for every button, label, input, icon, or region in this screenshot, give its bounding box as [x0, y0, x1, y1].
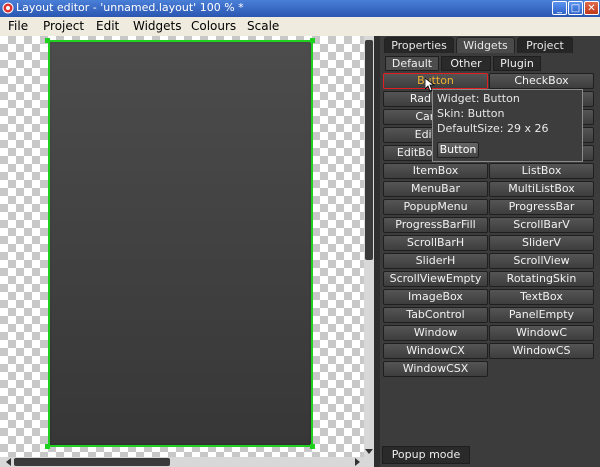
- widget-button-scrollview[interactable]: ScrollView: [489, 253, 594, 269]
- resize-handle-top-right[interactable]: [310, 38, 315, 43]
- tab-properties[interactable]: Properties: [384, 37, 454, 53]
- app-icon: [2, 2, 14, 14]
- window-title: Layout editor - 'unnamed.layout' 100 % *: [16, 1, 244, 14]
- subtab-plugin[interactable]: Plugin: [493, 56, 541, 71]
- menu-widgets[interactable]: Widgets: [133, 19, 182, 33]
- widget-button-progressbarfill[interactable]: ProgressBarFill: [383, 217, 488, 233]
- widget-button-sliderh[interactable]: SliderH: [383, 253, 488, 269]
- subtab-default[interactable]: Default: [385, 56, 439, 71]
- widget-tooltip: Widget: Button Skin: Button DefaultSize:…: [432, 89, 583, 162]
- widget-button-window[interactable]: Window: [383, 325, 488, 341]
- widget-button-scrollviewempty[interactable]: ScrollViewEmpty: [383, 271, 488, 287]
- widget-button-imagebox[interactable]: ImageBox: [383, 289, 488, 305]
- menu-bar: File Project Edit Widgets Colours Scale: [0, 17, 600, 37]
- tooltip-widget: Widget: Button: [437, 92, 520, 105]
- resize-handle-top-left[interactable]: [45, 38, 50, 43]
- widget-button-scrollbarh[interactable]: ScrollBarH: [383, 235, 488, 251]
- widget-button-popupmenu[interactable]: PopupMenu: [383, 199, 488, 215]
- close-button[interactable]: ✕: [584, 1, 599, 15]
- horizontal-scrollbar-thumb[interactable]: [14, 458, 170, 466]
- widget-button-menubar[interactable]: MenuBar: [383, 181, 488, 197]
- menu-file[interactable]: File: [8, 19, 28, 33]
- scroll-right-arrow-icon[interactable]: [352, 457, 362, 467]
- widget-button-windowcsx[interactable]: WindowCSX: [383, 361, 488, 377]
- widget-button-scrollbarv[interactable]: ScrollBarV: [489, 217, 594, 233]
- menu-colours[interactable]: Colours: [191, 19, 236, 33]
- title-bar: Layout editor - 'unnamed.layout' 100 % *…: [0, 0, 600, 17]
- scroll-left-arrow-icon[interactable]: [4, 457, 14, 467]
- menu-edit[interactable]: Edit: [96, 19, 119, 33]
- minimize-button[interactable]: _: [552, 1, 567, 15]
- menu-scale[interactable]: Scale: [247, 19, 279, 33]
- vertical-scrollbar-thumb[interactable]: [365, 40, 373, 260]
- widget-button-windowc[interactable]: WindowC: [489, 325, 594, 341]
- widget-button-itembox[interactable]: ItemBox: [383, 163, 488, 179]
- resize-handle-bottom-right[interactable]: [310, 444, 315, 449]
- popup-mode-button[interactable]: Popup mode: [382, 446, 470, 464]
- widget-button-rotatingskin[interactable]: RotatingSkin: [489, 271, 594, 287]
- widget-button-checkbox[interactable]: CheckBox: [489, 73, 594, 89]
- maximize-button[interactable]: □: [568, 1, 583, 15]
- menu-project[interactable]: Project: [43, 19, 84, 33]
- subtab-other[interactable]: Other: [441, 56, 491, 71]
- tab-project[interactable]: Project: [517, 37, 573, 53]
- tooltip-default-size: DefaultSize: 29 x 26: [437, 122, 549, 135]
- widget-button-windowcx[interactable]: WindowCX: [383, 343, 488, 359]
- scroll-down-arrow-icon[interactable]: [364, 446, 374, 456]
- tooltip-preview-button: Button: [437, 142, 479, 158]
- root-widget[interactable]: [52, 44, 309, 443]
- widget-button-button[interactable]: Button: [383, 73, 488, 89]
- tab-widgets[interactable]: Widgets: [456, 37, 515, 53]
- widget-button-windowcs[interactable]: WindowCS: [489, 343, 594, 359]
- widget-button-sliderv[interactable]: SliderV: [489, 235, 594, 251]
- widget-button-progressbar[interactable]: ProgressBar: [489, 199, 594, 215]
- resize-handle-bottom-left[interactable]: [45, 444, 50, 449]
- widget-button-tabcontrol[interactable]: TabControl: [383, 307, 488, 323]
- widget-button-multilistbox[interactable]: MultiListBox: [489, 181, 594, 197]
- widget-button-listbox[interactable]: ListBox: [489, 163, 594, 179]
- widget-button-textbox[interactable]: TextBox: [489, 289, 594, 305]
- tooltip-skin: Skin: Button: [437, 107, 505, 120]
- widget-button-panelempty[interactable]: PanelEmpty: [489, 307, 594, 323]
- mouse-cursor-icon: [425, 78, 435, 92]
